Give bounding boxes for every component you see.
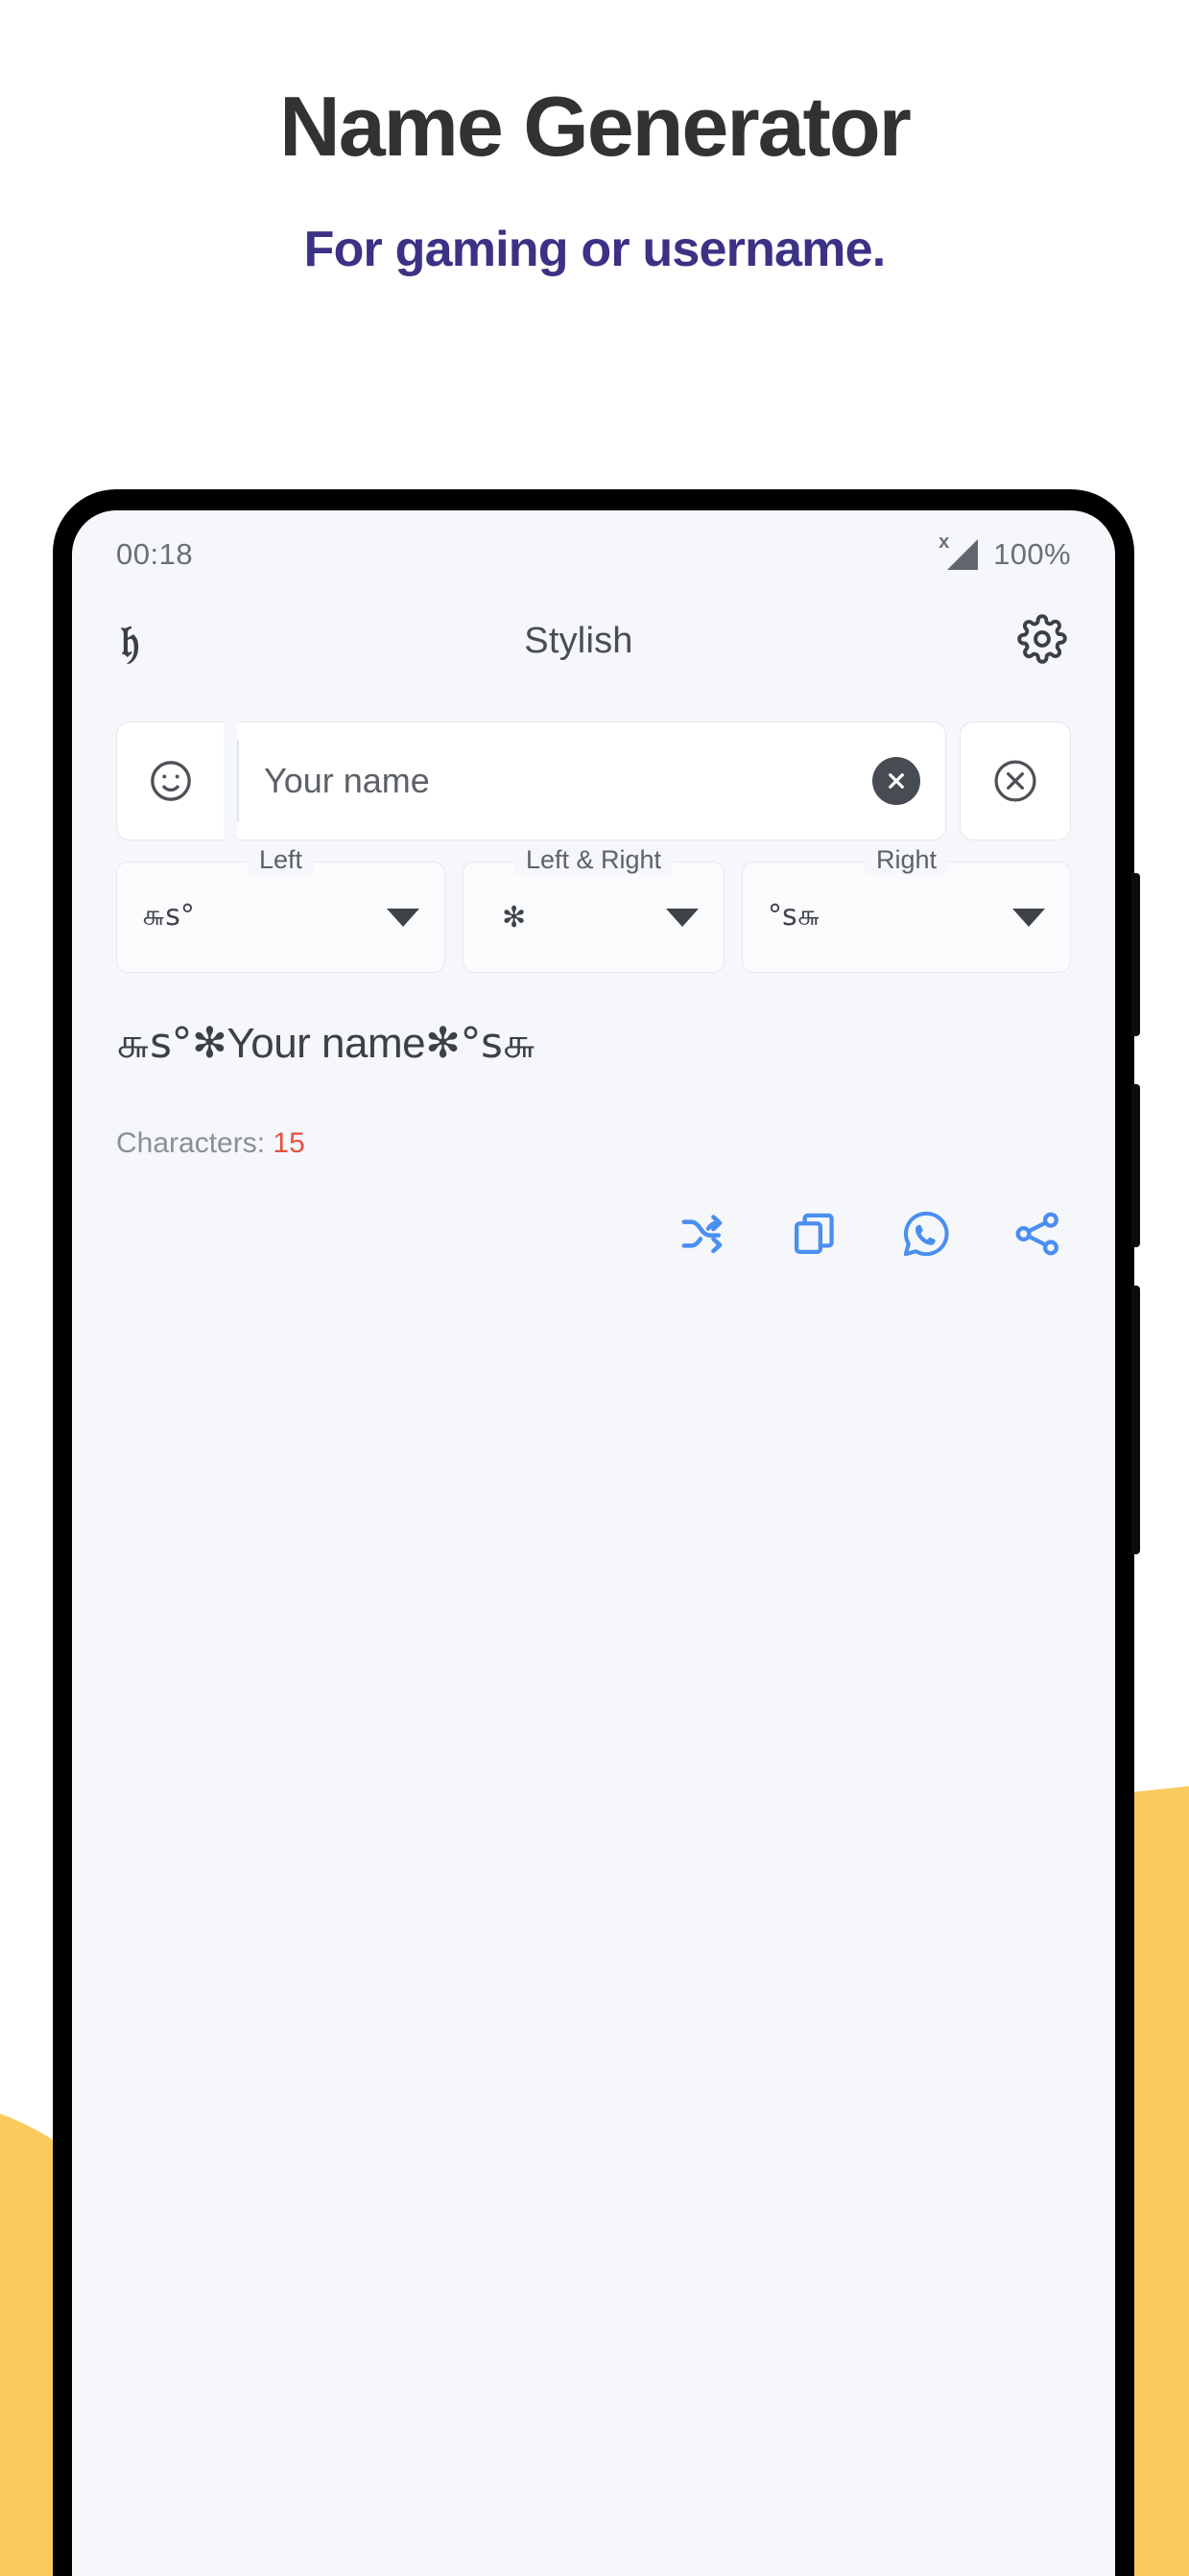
battery-percentage: 100% <box>993 537 1071 571</box>
whatsapp-icon[interactable] <box>900 1208 952 1260</box>
clear-input-button[interactable] <box>872 757 920 805</box>
chevron-down-icon <box>665 908 699 927</box>
dropdown-left-label: Left <box>117 845 444 875</box>
chevron-down-icon <box>1011 908 1045 927</box>
status-clock: 00:18 <box>116 537 194 571</box>
copy-icon[interactable] <box>789 1208 841 1260</box>
dropdown-both-label: Left & Right <box>464 845 724 875</box>
gear-icon <box>1017 613 1067 664</box>
phone-mockup-frame: 00:18 x 100% 𝔥 Stylish Your name Left ௬s… <box>53 489 1140 2576</box>
status-indicators: x 100% <box>938 532 1071 574</box>
page-subtitle: For gaming or username. <box>303 222 887 277</box>
dropdown-right-label-text: Right <box>864 845 948 874</box>
dropdown-right[interactable]: Right °s௬ <box>741 845 1071 973</box>
preview-name: Your name <box>226 1020 426 1067</box>
signal-triangle-icon: x <box>938 532 980 574</box>
decoration-dropdown-row: Left ௬s° Left & Right ✻ Right °s௬ <box>116 845 1071 973</box>
chevron-down-icon <box>387 908 420 927</box>
shuffle-icon[interactable] <box>678 1208 729 1260</box>
fraktur-f-logo-icon[interactable]: 𝔥 <box>121 619 139 663</box>
promo-screenshot: Name Generator For gaming or username. 0… <box>0 0 1189 2576</box>
share-icon[interactable] <box>1011 1208 1063 1260</box>
dropdown-left-label-text: Left <box>247 845 315 874</box>
dropdown-right-label: Right <box>743 845 1070 875</box>
character-counter-value: 15 <box>273 1127 305 1159</box>
character-counter-label: Characters: <box>116 1127 266 1159</box>
dropdown-right-value: °s௬ <box>767 898 820 933</box>
name-input-value: Your name <box>264 761 430 800</box>
character-counter: Characters: 15 <box>116 1127 1071 1160</box>
preview-suffix: ✻°s௬ <box>425 1019 536 1068</box>
dropdown-left-and-right[interactable]: Left & Right ✻ <box>463 845 725 973</box>
app-bar-title: Stylish <box>524 620 633 661</box>
phone-screen: 00:18 x 100% 𝔥 Stylish Your name Left ௬s… <box>72 510 1115 2576</box>
action-icon-row <box>116 1208 1063 1260</box>
page-title: Name Generator <box>279 79 912 174</box>
name-input-field[interactable]: Your name <box>237 721 946 840</box>
dropdown-both-value: ✻ <box>502 900 527 934</box>
settings-button[interactable] <box>1017 613 1067 669</box>
power-button[interactable] <box>1131 1286 1140 1554</box>
name-input-row: Your name <box>116 721 1071 840</box>
signal-bars-shape <box>947 539 979 570</box>
preview-prefix: ௬s°✻ <box>116 1019 227 1068</box>
smiley-face-icon <box>150 761 191 801</box>
dropdown-left-value: ௬s° <box>142 898 195 933</box>
clear-filled-x-icon <box>889 773 904 789</box>
app-bar: 𝔥 Stylish <box>72 589 1115 693</box>
reset-circle-x-icon <box>994 760 1036 802</box>
volume-up-button[interactable] <box>1131 873 1140 1036</box>
status-bar: 00:18 x 100% <box>72 510 1115 589</box>
dropdown-left[interactable]: Left ௬s° <box>116 845 446 973</box>
promo-heading-block: Name Generator For gaming or username. <box>0 0 1189 277</box>
emoji-picker-button[interactable] <box>116 721 224 840</box>
styled-name-preview[interactable]: ௬s°✻Your name✻°s௬ <box>116 1019 1071 1074</box>
reset-all-button[interactable] <box>960 721 1071 840</box>
dropdown-both-label-text: Left & Right <box>513 845 674 874</box>
volume-down-button[interactable] <box>1131 1084 1140 1247</box>
